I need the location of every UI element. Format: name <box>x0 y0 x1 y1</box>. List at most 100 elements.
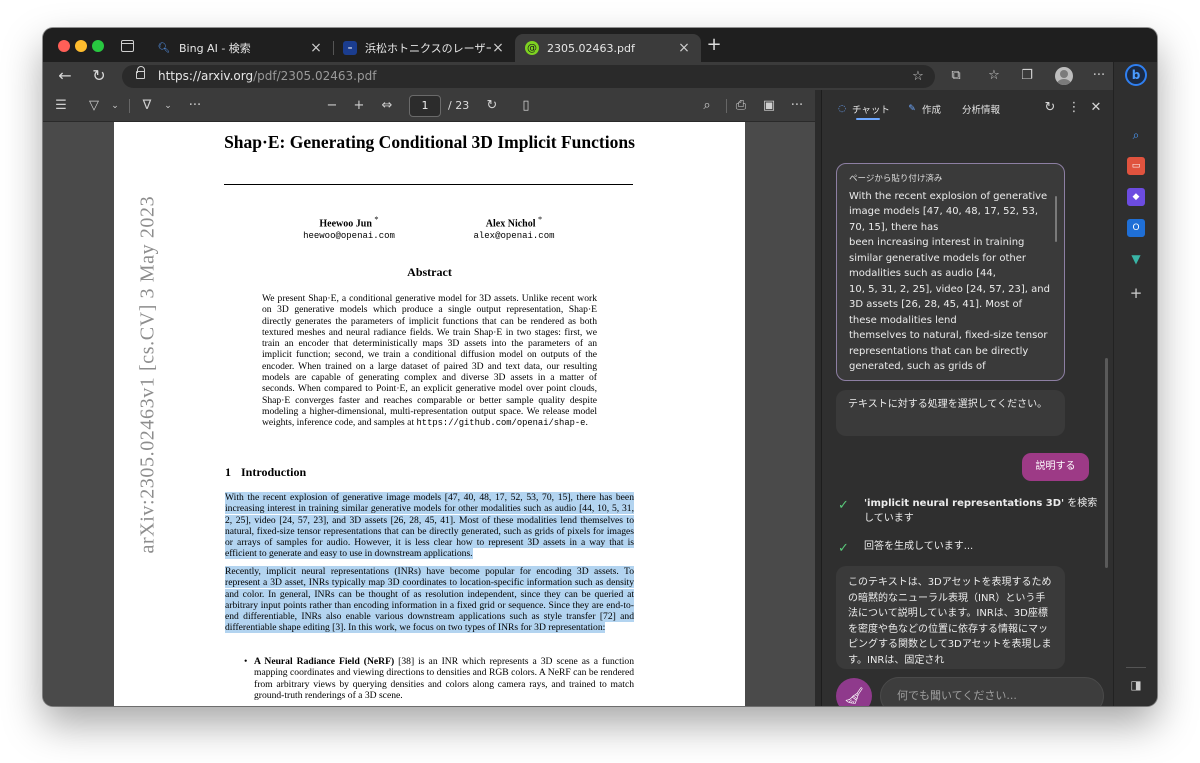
author-mark: * <box>538 215 543 224</box>
search-icon: 🔍︎ <box>157 42 171 54</box>
tab-compose[interactable]: ✎ 作成 <box>906 102 941 116</box>
author-mark: * <box>374 215 379 224</box>
profile-avatar[interactable] <box>1055 67 1073 85</box>
bing-icon[interactable]: b <box>1125 64 1147 86</box>
favorites-icon[interactable]: ☆ <box>985 67 1003 85</box>
extensions-icon[interactable]: ⧉ <box>947 67 965 85</box>
address-bar[interactable]: https://arxiv.org/pdf/2305.02463.pdf ☆ <box>122 65 935 88</box>
chevron-down-icon[interactable]: ⌄ <box>159 97 177 115</box>
tools-icon[interactable]: ▭ <box>1127 157 1145 175</box>
pdf-viewport[interactable]: Shap·E: Generating Conditional 3D Implic… <box>43 122 815 706</box>
tab-chat[interactable]: ◌ チャット <box>836 102 890 116</box>
tab-bing-search[interactable]: 🔍︎ Bing AI - 検索 × <box>147 34 333 62</box>
zoom-out-button[interactable]: − <box>323 97 341 115</box>
arxiv-watermark: arXiv:2305.02463v1 [cs.CV] 3 May 2023 <box>136 195 159 554</box>
selected-text[interactable]: With the recent explosion of generative … <box>225 492 634 560</box>
toolbar-divider <box>726 99 727 113</box>
maximize-window-button[interactable] <box>92 40 104 52</box>
paper-title: Shap·E: Generating Conditional 3D Implic… <box>224 132 635 152</box>
search-icon[interactable]: ⌕ <box>698 97 716 115</box>
abstract-text: We present Shap·E, a conditional generat… <box>262 293 597 429</box>
refresh-icon[interactable]: ↻ <box>1042 100 1058 116</box>
page-view-icon[interactable]: ▯ <box>517 97 535 115</box>
highlight-icon[interactable]: ▽ <box>85 97 103 115</box>
abstract-heading: Abstract <box>407 265 452 279</box>
close-tab-icon[interactable]: × <box>677 40 691 56</box>
generating-status: ✓ 回答を生成しています... <box>838 541 974 556</box>
close-window-button[interactable] <box>58 40 70 52</box>
intro-paragraph-2[interactable]: Recently, implicit neural representation… <box>225 566 634 634</box>
page-number-input[interactable]: 1 <box>409 95 441 117</box>
close-tab-icon[interactable]: × <box>309 40 323 56</box>
lock-icon[interactable] <box>136 66 145 79</box>
back-button[interactable]: ← <box>55 66 75 86</box>
office-icon[interactable]: ◆ <box>1127 188 1145 206</box>
page-total: / 23 <box>448 99 470 112</box>
author-block: Alex Nichol * alex@openai.com <box>414 214 614 242</box>
chat-header: ◌ チャット ✎ 作成 分析情報 ↻ ⋮ ✕ <box>822 90 1114 128</box>
chat-input[interactable]: 何でも聞いてください... <box>880 677 1104 706</box>
abstract-link[interactable]: https://github.com/openai/shap-e <box>417 418 586 428</box>
tab-hamamatsu[interactable]: ━ 浜松ホトニクスのレーザー企業買収 × <box>333 34 515 62</box>
add-favorite-icon[interactable]: ☆ <box>910 69 926 85</box>
more-tools-icon[interactable]: ··· <box>186 97 204 115</box>
bing-chat-panel: ◌ チャット ✎ 作成 分析情報 ↻ ⋮ ✕ ページから貼り付け済み With th… <box>821 90 1113 706</box>
pdf-icon: @ <box>525 41 539 55</box>
minimize-window-button[interactable] <box>75 40 87 52</box>
pdf-page[interactable]: Shap·E: Generating Conditional 3D Implic… <box>114 122 745 706</box>
rotate-icon[interactable]: ↻ <box>483 97 501 115</box>
selected-text[interactable]: Recently, implicit neural representation… <box>225 566 634 634</box>
pasted-scrollbar[interactable] <box>1055 196 1057 242</box>
author-email: alex@openai.com <box>473 231 555 242</box>
new-topic-button[interactable]: 🧹︎ <box>836 678 872 706</box>
pasted-text-bubble: ページから貼り付け済み With the recent explosion of… <box>836 163 1065 381</box>
check-icon: ✓ <box>838 498 849 513</box>
tab-title: Bing AI - 検索 <box>179 42 251 55</box>
more-menu-icon[interactable]: ··· <box>1090 67 1108 85</box>
drop-icon[interactable]: ▼ <box>1127 250 1145 268</box>
close-tab-icon[interactable]: × <box>491 40 505 56</box>
zoom-in-button[interactable]: + <box>350 97 368 115</box>
compose-icon: ✎ <box>908 104 916 114</box>
save-icon[interactable]: ▣ <box>760 97 778 115</box>
collections-icon[interactable]: ❐ <box>1018 67 1036 85</box>
sidebar-divider <box>1126 667 1146 668</box>
chat-scrollbar[interactable] <box>1105 358 1108 568</box>
search-status: ✓ 'implicit neural representations 3D' を… <box>838 498 1098 524</box>
tab-pdf[interactable]: @ 2305.02463.pdf × <box>515 34 701 62</box>
outlook-icon[interactable]: O <box>1127 219 1145 237</box>
fit-width-icon[interactable]: ⇔ <box>378 97 396 115</box>
browser-window: 🔍︎ Bing AI - 検索 × ━ 浜松ホトニクスのレーザー企業買収 × @… <box>43 28 1157 706</box>
chat-icon: ◌ <box>838 104 846 114</box>
refresh-button[interactable]: ↻ <box>89 66 109 86</box>
author-name: Heewoo Jun <box>319 218 372 230</box>
hide-sidebar-icon[interactable]: ◨ <box>1127 676 1145 694</box>
tab-insights[interactable]: 分析情報 <box>962 102 1000 116</box>
url-text[interactable]: https://arxiv.org/pdf/2305.02463.pdf <box>158 69 376 83</box>
pdf-toolbar: ☰ ▽ ⌄ ∇ ⌄ ··· − + ⇔ 1 / 23 ↻ ▯ ⌕ ⎙ ▣ ··· <box>43 90 815 122</box>
navigation-bar: ← ↻ https://arxiv.org/pdf/2305.02463.pdf… <box>43 62 1157 90</box>
section-heading: 1 Introduction <box>225 465 307 479</box>
answer-bubble: このテキストは、3Dアセットを表現するための暗黙的なニューラル表現（INR）とい… <box>836 566 1065 669</box>
pasted-text: With the recent explosion of generative … <box>849 190 1050 373</box>
close-icon[interactable]: ✕ <box>1088 100 1104 116</box>
draw-icon[interactable]: ∇ <box>138 97 156 115</box>
search-icon[interactable]: ⌕ <box>1127 126 1145 144</box>
title-rule <box>224 184 633 185</box>
new-tab-button[interactable]: + <box>705 36 723 54</box>
intro-paragraph-1[interactable]: With the recent explosion of generative … <box>225 492 634 560</box>
more-options-icon[interactable]: ··· <box>788 97 806 115</box>
print-icon[interactable]: ⎙ <box>732 97 750 115</box>
tab-title: 2305.02463.pdf <box>547 41 635 55</box>
chevron-down-icon[interactable]: ⌄ <box>106 97 124 115</box>
more-options-icon[interactable]: ⋮ <box>1066 100 1082 116</box>
explain-button[interactable]: 説明する <box>1022 453 1089 481</box>
active-tab-indicator <box>856 118 880 120</box>
contents-icon[interactable]: ☰ <box>52 97 70 115</box>
pasted-caption: ページから貼り付け済み <box>849 174 943 184</box>
add-icon[interactable]: + <box>1127 284 1145 302</box>
author-name: Alex Nichol <box>485 218 536 230</box>
bullet-dot: • <box>244 656 248 667</box>
bullet-item: • A Neural Radiance Field (NeRF) [38] is … <box>244 656 634 701</box>
tab-actions-icon[interactable] <box>121 40 134 52</box>
